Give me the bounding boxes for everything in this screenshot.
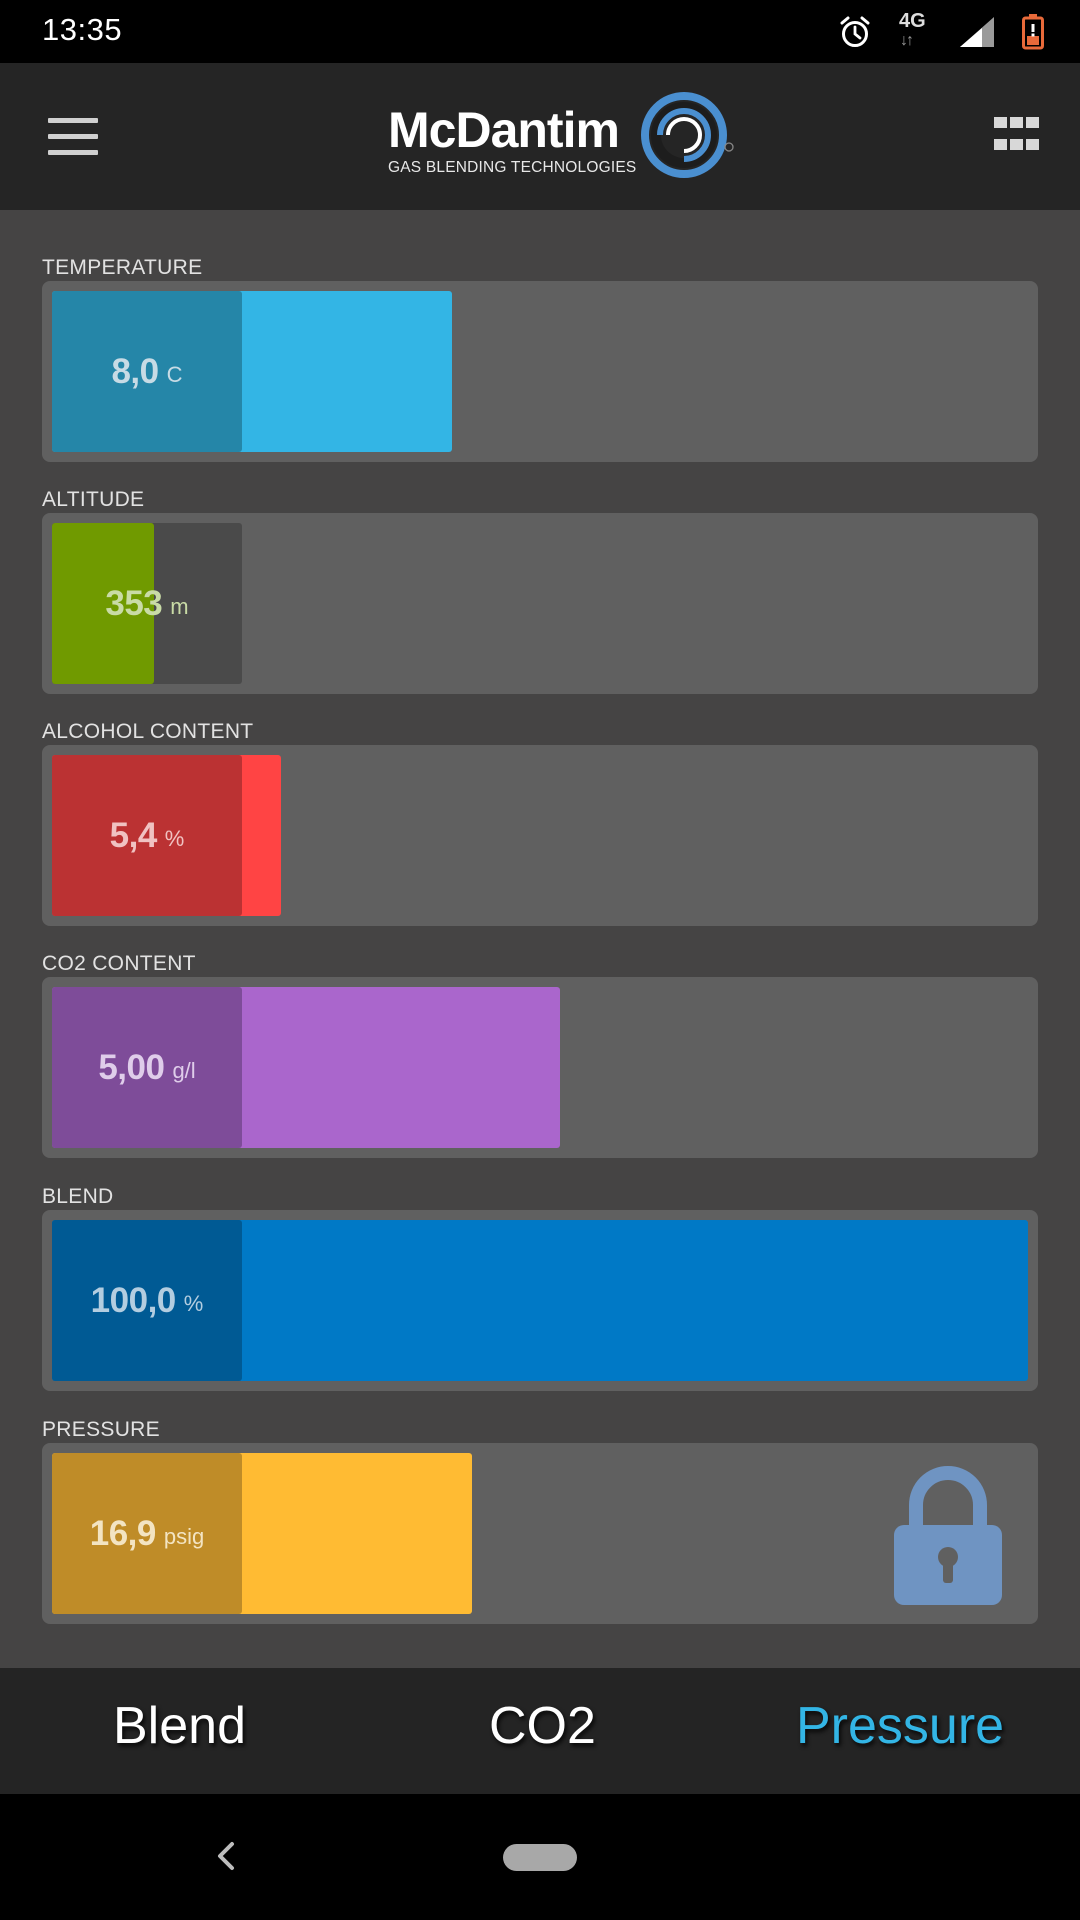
tab-pressure[interactable]: Pressure [796,1696,1004,1756]
data-arrows-icon: ↓↑ [900,32,914,49]
gauge-value-box: 8,0 C [52,291,242,452]
gauge-label: BLEND [42,1185,114,1208]
gauge-value-box: 16,9 psig [52,1453,242,1614]
gauge-unit: m [170,593,189,619]
status-time: 13:35 [42,12,123,47]
gauge-label: PRESSURE [42,1418,160,1441]
gauge-track[interactable]: 8,0 C [42,281,1038,462]
status-bar: 13:35 4G ↓↑ [0,0,1080,63]
home-pill-icon[interactable] [503,1844,577,1871]
back-icon[interactable] [214,1834,238,1878]
signal-icon [960,17,994,47]
logo-name: McDantim [388,102,620,158]
gauge-value-box: 100,0 % [52,1220,242,1381]
gauge-label: ALCOHOL CONTENT [42,720,254,743]
gauge-unit: g/l [172,1057,196,1083]
gauge-label: TEMPERATURE [42,256,203,279]
gauge-unit: % [183,1290,204,1316]
gauge-track[interactable]: 16,9 psig [42,1443,1038,1624]
tab-co2[interactable]: CO2 [489,1696,596,1756]
gauge-value-box: 5,00 g/l [52,987,242,1148]
grid-apps-icon[interactable] [994,117,1040,157]
status-icons: 4G ↓↑ [838,10,1044,54]
gauge-value: 5,00 [98,1047,165,1087]
gauge-value-overlay: 353 m [52,523,242,684]
tab-blend[interactable]: Blend [113,1696,246,1756]
network-label: 4G [899,10,926,32]
gauge-unit: C [166,361,183,387]
gauge-panel: TEMPERATURE 8,0 C ALTITUDE 353 m ALCOHOL… [0,210,1080,1668]
gauge-value: 5,4 [109,815,158,855]
lock-icon[interactable] [892,1465,1004,1607]
hamburger-menu-icon[interactable] [48,118,98,156]
gauge-unit: % [164,825,185,851]
logo-ring-icon [641,92,734,178]
network-4g-icon: 4G ↓↑ [898,10,932,54]
battery-low-icon [1022,14,1044,50]
gauge-track[interactable]: 100,0 % [42,1210,1038,1391]
logo: McDantim GAS BLENDING TECHNOLOGIES [386,89,746,189]
gauge-track[interactable]: 353 m [42,513,1038,694]
gauge-label: CO2 CONTENT [42,952,196,975]
logo-subtitle: GAS BLENDING TECHNOLOGIES [388,159,637,176]
gauge-track[interactable]: 5,4 % [42,745,1038,926]
gauge-unit: psig [163,1523,205,1549]
gauge-value: 8,0 [111,351,159,391]
mode-tab-bar: Blend CO2 Pressure [0,1668,1080,1794]
gauge-track[interactable]: 5,00 g/l [42,977,1038,1158]
gauge-label: ALTITUDE [42,488,145,511]
app-header: McDantim GAS BLENDING TECHNOLOGIES [0,63,1080,210]
alarm-icon [840,16,870,47]
gauge-value-box: 5,4 % [52,755,242,916]
gauge-value: 100,0 [90,1280,177,1320]
gauge-value: 16,9 [89,1513,157,1553]
system-nav-bar [0,1794,1080,1920]
gauge-value: 353 [105,583,163,623]
